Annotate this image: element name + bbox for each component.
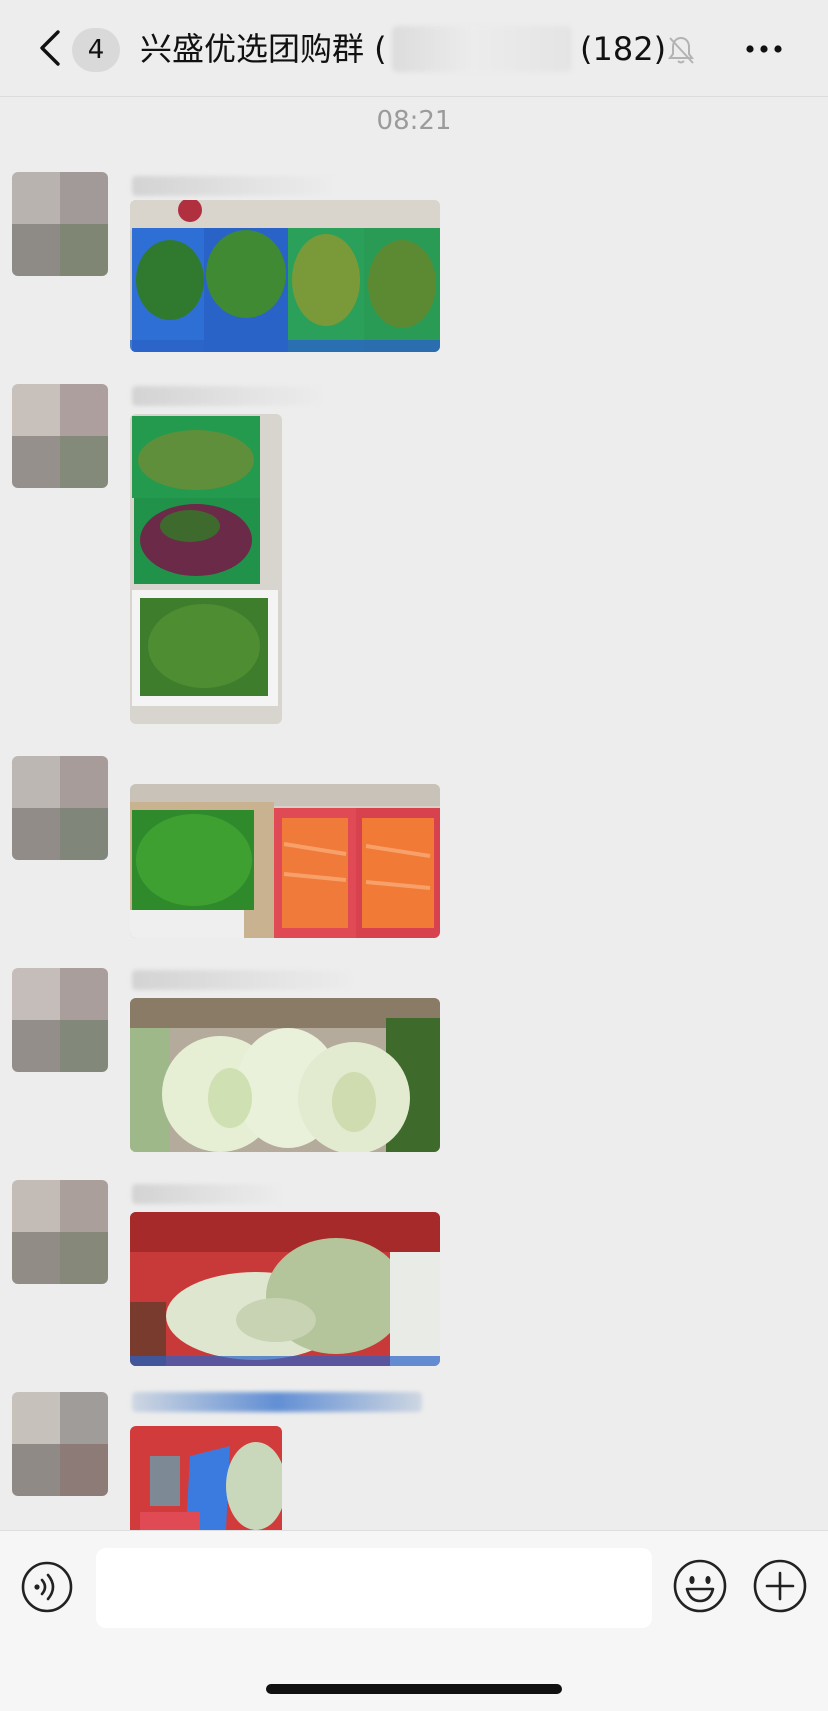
title-redaction bbox=[392, 26, 572, 72]
avatar[interactable] bbox=[12, 384, 108, 488]
chevron-left-icon bbox=[40, 30, 60, 66]
member-count: (182) bbox=[580, 30, 667, 68]
chat-title[interactable]: 兴盛优选团购群 ( bbox=[140, 26, 387, 72]
sender-name-redaction bbox=[132, 1184, 282, 1204]
message-photo[interactable] bbox=[130, 414, 282, 724]
voice-icon bbox=[21, 1561, 73, 1613]
sender-name-redaction bbox=[132, 970, 352, 990]
sender-name-redaction bbox=[132, 1392, 422, 1412]
avatar[interactable] bbox=[12, 1180, 108, 1284]
voice-button[interactable] bbox=[20, 1560, 74, 1614]
message-photo[interactable] bbox=[130, 1212, 440, 1366]
unread-count-badge[interactable]: 4 bbox=[72, 28, 120, 72]
back-button[interactable] bbox=[34, 28, 68, 68]
more-button[interactable] bbox=[744, 34, 784, 64]
sender-name-redaction bbox=[132, 176, 332, 196]
bell-slash-icon bbox=[666, 34, 696, 66]
message-timestamp: 08:21 bbox=[376, 106, 452, 136]
home-indicator[interactable] bbox=[266, 1684, 562, 1694]
message-input[interactable] bbox=[96, 1548, 652, 1628]
more-dots-icon bbox=[746, 45, 782, 53]
avatar[interactable] bbox=[12, 172, 108, 276]
message-photo[interactable] bbox=[130, 1426, 282, 1530]
emoji-button[interactable] bbox=[672, 1558, 728, 1614]
avatar[interactable] bbox=[12, 756, 108, 860]
message-photo[interactable] bbox=[130, 200, 440, 352]
message-photo[interactable] bbox=[130, 784, 440, 938]
chat-header: 4 兴盛优选团购群 ( (182) bbox=[0, 0, 828, 97]
message-photo[interactable] bbox=[130, 998, 440, 1152]
emoji-icon bbox=[673, 1559, 727, 1613]
plus-circle-icon bbox=[753, 1559, 807, 1613]
avatar[interactable] bbox=[12, 968, 108, 1072]
sender-name-redaction bbox=[132, 386, 322, 406]
add-more-button[interactable] bbox=[752, 1558, 808, 1614]
avatar[interactable] bbox=[12, 1392, 108, 1496]
